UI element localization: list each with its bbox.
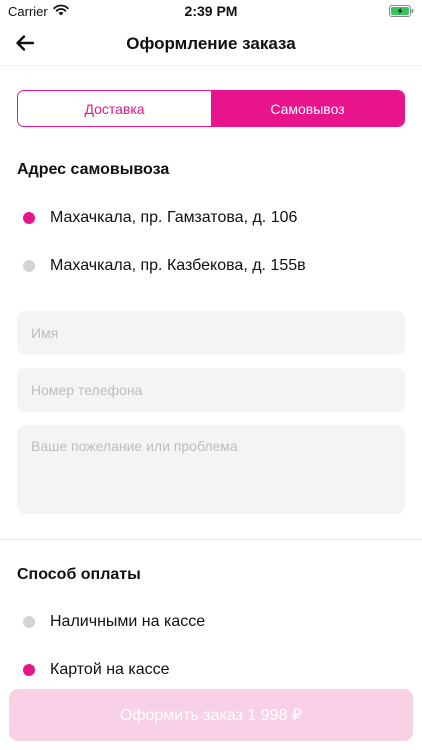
pickup-address-label: Махачкала, пр. Казбекова, д. 155в bbox=[50, 257, 306, 274]
payment-method-title: Способ оплаты bbox=[17, 566, 141, 583]
pickup-address-label: Махачкала, пр. Гамзатова, д. 106 bbox=[50, 209, 298, 226]
page-title: Оформление заказа bbox=[126, 34, 296, 53]
status-time: 2:39 PM bbox=[184, 3, 238, 19]
status-bar: Carrier 2:39 PM bbox=[0, 0, 422, 22]
pickup-address-option[interactable]: Махачкала, пр. Гамзатова, д. 106 bbox=[0, 198, 422, 238]
navigation-bar: Оформление заказа bbox=[0, 22, 422, 66]
tab-pickup[interactable]: Самовывоз bbox=[211, 91, 404, 126]
pickup-address-title: Адрес самовывоза bbox=[17, 161, 170, 178]
comment-textarea[interactable] bbox=[17, 425, 405, 514]
payment-option-label: Наличными на кассе bbox=[50, 613, 206, 630]
payment-option-label: Картой на кассе bbox=[50, 661, 170, 678]
delivery-method-tabs: Доставка Самовывоз bbox=[17, 90, 405, 127]
pickup-address-option[interactable]: Махачкала, пр. Казбекова, д. 155в bbox=[0, 246, 422, 286]
battery-charging-icon bbox=[389, 5, 414, 17]
name-input[interactable] bbox=[17, 311, 405, 355]
radio-selected-icon bbox=[23, 664, 35, 676]
phone-input[interactable] bbox=[17, 368, 405, 412]
payment-option[interactable]: Наличными на кассе bbox=[0, 602, 422, 642]
radio-unselected-icon bbox=[23, 616, 35, 628]
radio-selected-icon bbox=[23, 212, 35, 224]
section-divider bbox=[0, 539, 422, 540]
tab-delivery[interactable]: Доставка bbox=[18, 91, 211, 126]
footer: Оформить заказ 1 998 ₽ bbox=[0, 680, 422, 750]
submit-order-button[interactable]: Оформить заказ 1 998 ₽ bbox=[9, 689, 413, 741]
radio-unselected-icon bbox=[23, 260, 35, 272]
